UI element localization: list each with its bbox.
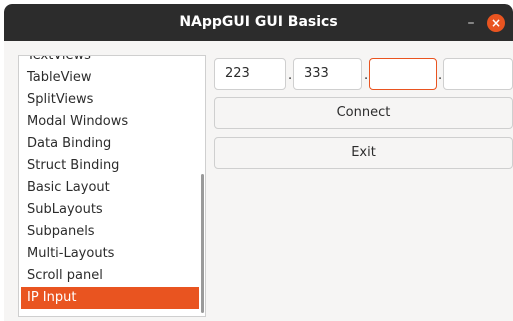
list-item-ip-input[interactable]: IP Input <box>21 287 199 309</box>
ip-separator-1: . <box>288 68 293 83</box>
window-title: NAppGUI GUI Basics <box>179 14 338 30</box>
list-item-basic-layout[interactable]: Basic Layout <box>21 177 199 199</box>
connect-button[interactable]: Connect <box>214 97 513 129</box>
minimize-button[interactable]: – <box>461 13 481 33</box>
app-window: NAppGUI GUI Basics – × TextViews TableVi… <box>4 4 513 321</box>
ip-octet-2-input[interactable]: 333 <box>293 58 362 90</box>
list-item-struct-binding[interactable]: Struct Binding <box>21 155 199 177</box>
close-button[interactable]: × <box>487 14 505 32</box>
examples-list[interactable]: TextViews TableView SplitViews Modal Win… <box>18 55 206 317</box>
ip-octet-1-input[interactable]: 223 <box>214 58 286 90</box>
list-item-tableview[interactable]: TableView <box>21 67 199 89</box>
list-item-scroll-panel[interactable]: Scroll panel <box>21 265 199 287</box>
ip-octet-4-input[interactable] <box>443 58 513 90</box>
ip-octet-3-input[interactable] <box>369 58 437 90</box>
exit-button[interactable]: Exit <box>214 137 513 169</box>
list-item-textviews[interactable]: TextViews <box>21 56 199 67</box>
list-item-data-binding[interactable]: Data Binding <box>21 133 199 155</box>
list-scrollbar[interactable] <box>201 174 204 313</box>
list-item-multi-layouts[interactable]: Multi-Layouts <box>21 243 199 265</box>
title-bar: NAppGUI GUI Basics – × <box>4 4 513 41</box>
list-item-sublayouts[interactable]: SubLayouts <box>21 199 199 221</box>
list-item-splitviews[interactable]: SplitViews <box>21 89 199 111</box>
list-item-subpanels[interactable]: Subpanels <box>21 221 199 243</box>
ip-separator-2: . <box>364 68 369 83</box>
ip-separator-3: . <box>438 68 443 83</box>
list-item-modal-windows[interactable]: Modal Windows <box>21 111 199 133</box>
